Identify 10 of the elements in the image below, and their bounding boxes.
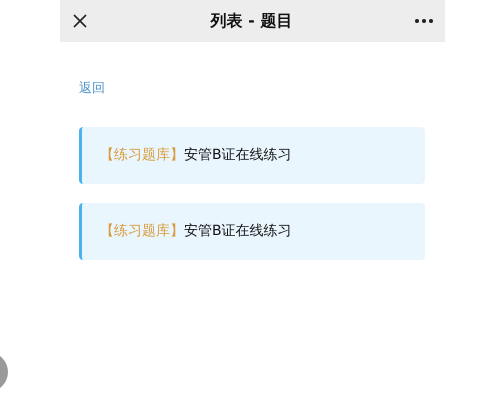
list-item[interactable]: 【练习题库】安管B证在线练习 [79,202,425,260]
back-link[interactable]: 返回 [79,79,105,98]
more-icon[interactable] [415,19,433,23]
item-title: 安管B证在线练习 [184,146,292,164]
close-icon[interactable] [72,13,88,29]
item-tag: 【练习题库】 [100,220,184,242]
item-title: 安管B证在线练习 [184,222,292,240]
list-item[interactable]: 【练习题库】安管B证在线练习 [79,126,425,184]
page-title: 列表 - 题目 [210,10,292,32]
item-tag: 【练习题库】 [100,144,184,166]
